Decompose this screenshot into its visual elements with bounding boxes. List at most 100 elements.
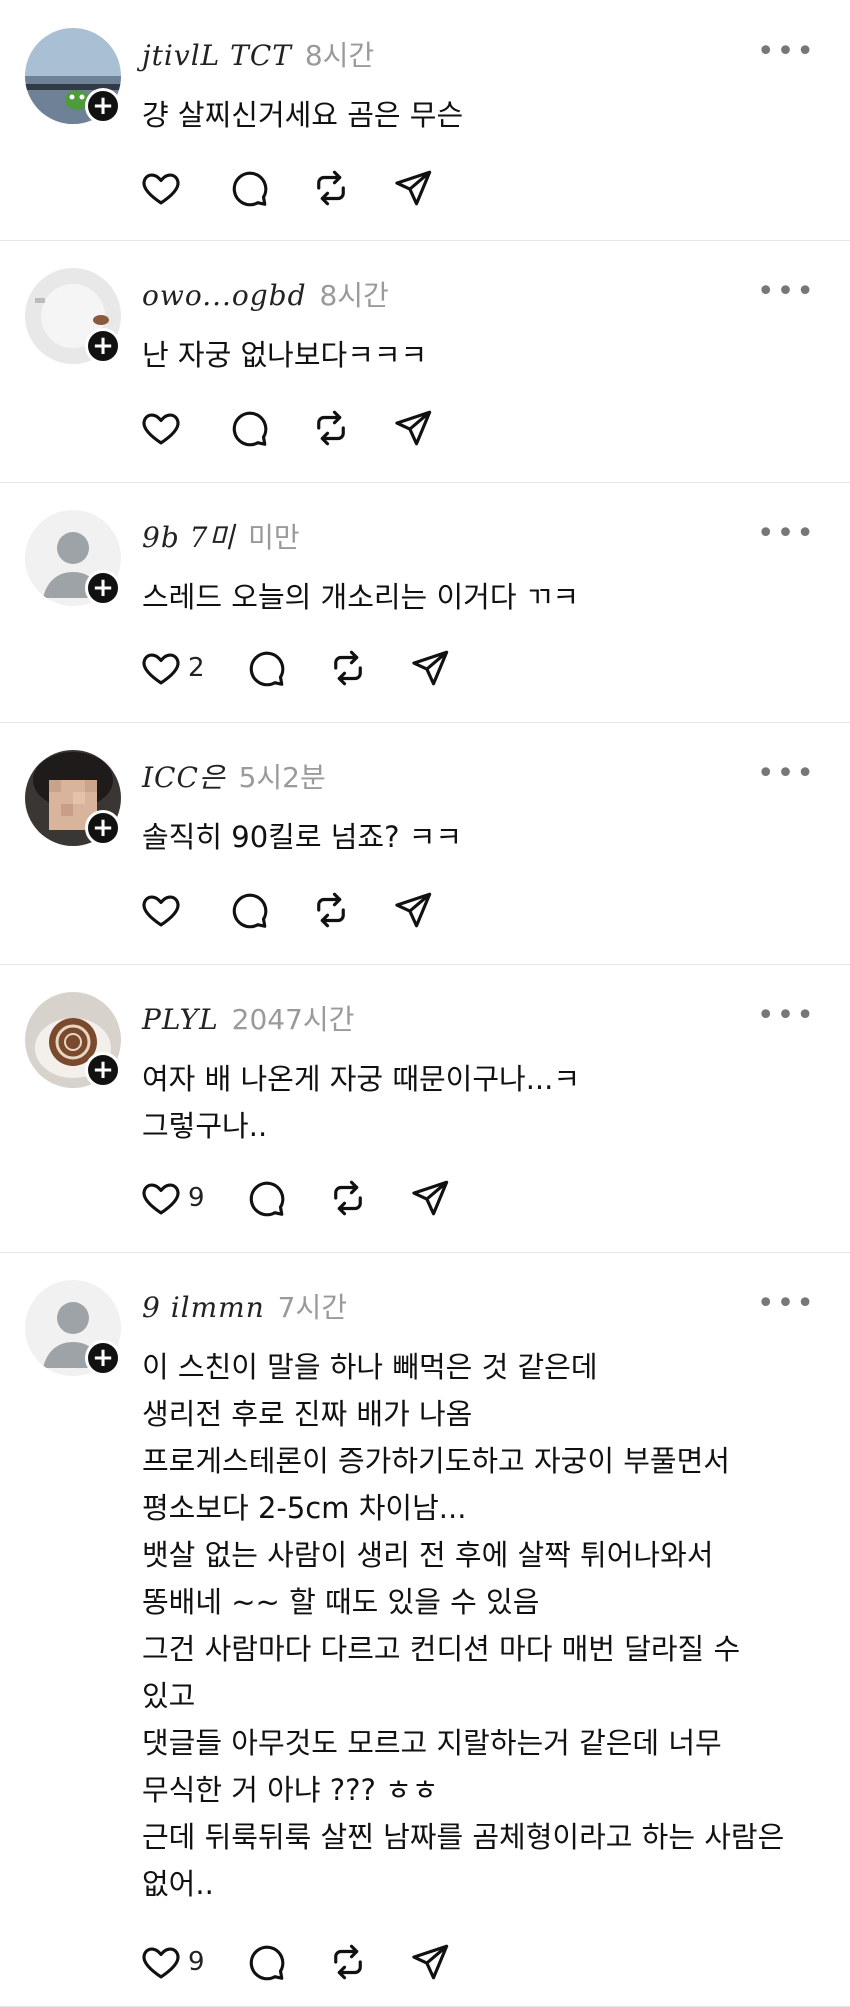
share-button[interactable] [392, 889, 434, 931]
reply-text-line: 뱃살 없는 사람이 생리 전 후에 살짝 튀어나와서 [142, 1538, 714, 1572]
username[interactable]: PLYL [142, 1003, 219, 1036]
more-icon[interactable]: ••• [757, 34, 816, 69]
comment-button[interactable] [228, 167, 270, 209]
timestamp: 5시2분 [238, 761, 326, 794]
like-button[interactable]: 9 [140, 1177, 205, 1219]
follow-plus-icon[interactable]: + [85, 328, 121, 364]
avatar-container[interactable]: + [25, 750, 121, 846]
heart-icon[interactable] [140, 889, 182, 931]
reply-text-line: 있고 [142, 1679, 196, 1713]
follow-plus-icon[interactable]: + [85, 570, 121, 606]
like-button[interactable]: 2 [140, 647, 205, 689]
comment-button[interactable] [245, 1941, 287, 1983]
avatar-container[interactable]: + [25, 1280, 121, 1376]
like-button[interactable]: 9 [140, 1941, 205, 1983]
reply-text-line: 근데 뒤룩뒤룩 살찐 남짜를 곰체형이라고 하는 사람은 [142, 1820, 785, 1854]
comment-icon[interactable] [228, 889, 270, 931]
repost-icon[interactable] [327, 1941, 369, 1983]
repost-button[interactable] [327, 1941, 369, 1983]
username[interactable]: jtivlL TCT [142, 39, 292, 72]
timestamp: 8시간 [304, 39, 375, 72]
like-button[interactable] [140, 407, 188, 449]
share-button[interactable] [392, 407, 434, 449]
comment-icon[interactable] [245, 1177, 287, 1219]
timestamp: 7시간 [277, 1291, 348, 1324]
reply-text-line: 솔직히 90킬로 넘죠? ㅋㅋ [142, 820, 463, 854]
post-meta: ICC은 5시2분 [142, 756, 326, 796]
reply-text: 걍 살찌신거세요 곰은 무슨 [142, 92, 463, 139]
reply-text: 난 자궁 없나보다ㅋㅋㅋ [142, 332, 427, 379]
action-bar: 9 [140, 1940, 491, 1984]
heart-icon[interactable] [140, 1941, 182, 1983]
reply-post: + jtivlL TCT 8시간 ••• 걍 살찌신거세요 곰은 무슨 [0, 0, 850, 241]
reply-text-line: 그렇구나.. [142, 1109, 268, 1143]
like-button[interactable] [140, 889, 188, 931]
comment-icon[interactable] [245, 1941, 287, 1983]
avatar-container[interactable]: + [25, 268, 121, 364]
like-button[interactable] [140, 167, 188, 209]
share-button[interactable] [409, 1177, 451, 1219]
action-bar: 9 [140, 1176, 491, 1220]
repost-icon[interactable] [310, 167, 352, 209]
repost-button[interactable] [310, 407, 352, 449]
more-icon[interactable]: ••• [757, 516, 816, 551]
repost-button[interactable] [327, 1177, 369, 1219]
heart-icon[interactable] [140, 1177, 182, 1219]
share-button[interactable] [392, 167, 434, 209]
username[interactable]: 9b 7미 [142, 521, 235, 554]
username[interactable]: owo...ogbd [142, 279, 307, 312]
post-meta: PLYL 2047시간 [142, 998, 354, 1038]
repost-button[interactable] [310, 167, 352, 209]
comment-button[interactable] [245, 647, 287, 689]
follow-plus-icon[interactable]: + [85, 88, 121, 124]
comment-icon[interactable] [228, 407, 270, 449]
timestamp: 미만 [248, 521, 300, 554]
share-button[interactable] [409, 1941, 451, 1983]
reply-text: 여자 배 나온게 자궁 때문이구나...ㅋ 그렇구나.. [142, 1056, 580, 1150]
more-icon[interactable]: ••• [757, 998, 816, 1033]
comment-icon[interactable] [245, 647, 287, 689]
reply-post: + 9b 7미 미만 ••• 스레드 오늘의 개소리는 이거다 ㄲㅋ 2 [0, 482, 850, 723]
repost-icon[interactable] [310, 889, 352, 931]
reply-post: + PLYL 2047시간 ••• 여자 배 나온게 자궁 때문이구나...ㅋ 그… [0, 964, 850, 1253]
comment-button[interactable] [228, 407, 270, 449]
comment-button[interactable] [245, 1177, 287, 1219]
username[interactable]: 9 ilmmn [142, 1291, 265, 1324]
comment-icon[interactable] [228, 167, 270, 209]
avatar-container[interactable]: + [25, 510, 121, 606]
follow-plus-icon[interactable]: + [85, 1340, 121, 1376]
heart-icon[interactable] [140, 407, 182, 449]
share-icon[interactable] [392, 407, 434, 449]
share-icon[interactable] [409, 647, 451, 689]
more-icon[interactable]: ••• [757, 274, 816, 309]
share-icon[interactable] [409, 1177, 451, 1219]
action-bar [140, 888, 474, 932]
reply-text-line: 스레드 오늘의 개소리는 이거다 ㄲㅋ [142, 580, 580, 614]
action-bar [140, 406, 474, 450]
comment-button[interactable] [228, 889, 270, 931]
reply-text-line: 무식한 거 아냐 ??? ㅎㅎ [142, 1773, 439, 1807]
reply-text-line: 그건 사람마다 다르고 컨디션 마다 매번 달라질 수 [142, 1632, 741, 1666]
share-icon[interactable] [392, 167, 434, 209]
more-icon[interactable]: ••• [757, 756, 816, 791]
reply-text-line: 이 스친이 말을 하나 빼먹은 것 같은데 [142, 1350, 598, 1384]
share-icon[interactable] [392, 889, 434, 931]
heart-icon[interactable] [140, 647, 182, 689]
follow-plus-icon[interactable]: + [85, 1052, 121, 1088]
repost-button[interactable] [310, 889, 352, 931]
avatar-container[interactable]: + [25, 992, 121, 1088]
repost-icon[interactable] [327, 1177, 369, 1219]
heart-icon[interactable] [140, 167, 182, 209]
avatar-container[interactable]: + [25, 28, 121, 124]
repost-button[interactable] [327, 647, 369, 689]
follow-plus-icon[interactable]: + [85, 810, 121, 846]
repost-icon[interactable] [310, 407, 352, 449]
share-icon[interactable] [409, 1941, 451, 1983]
timestamp: 2047시간 [231, 1003, 355, 1036]
reply-text-line: 없어.. [142, 1867, 214, 1901]
username[interactable]: ICC은 [142, 761, 226, 794]
share-button[interactable] [409, 647, 451, 689]
more-icon[interactable]: ••• [757, 1286, 816, 1321]
repost-icon[interactable] [327, 647, 369, 689]
reply-text: 스레드 오늘의 개소리는 이거다 ㄲㅋ [142, 574, 579, 621]
